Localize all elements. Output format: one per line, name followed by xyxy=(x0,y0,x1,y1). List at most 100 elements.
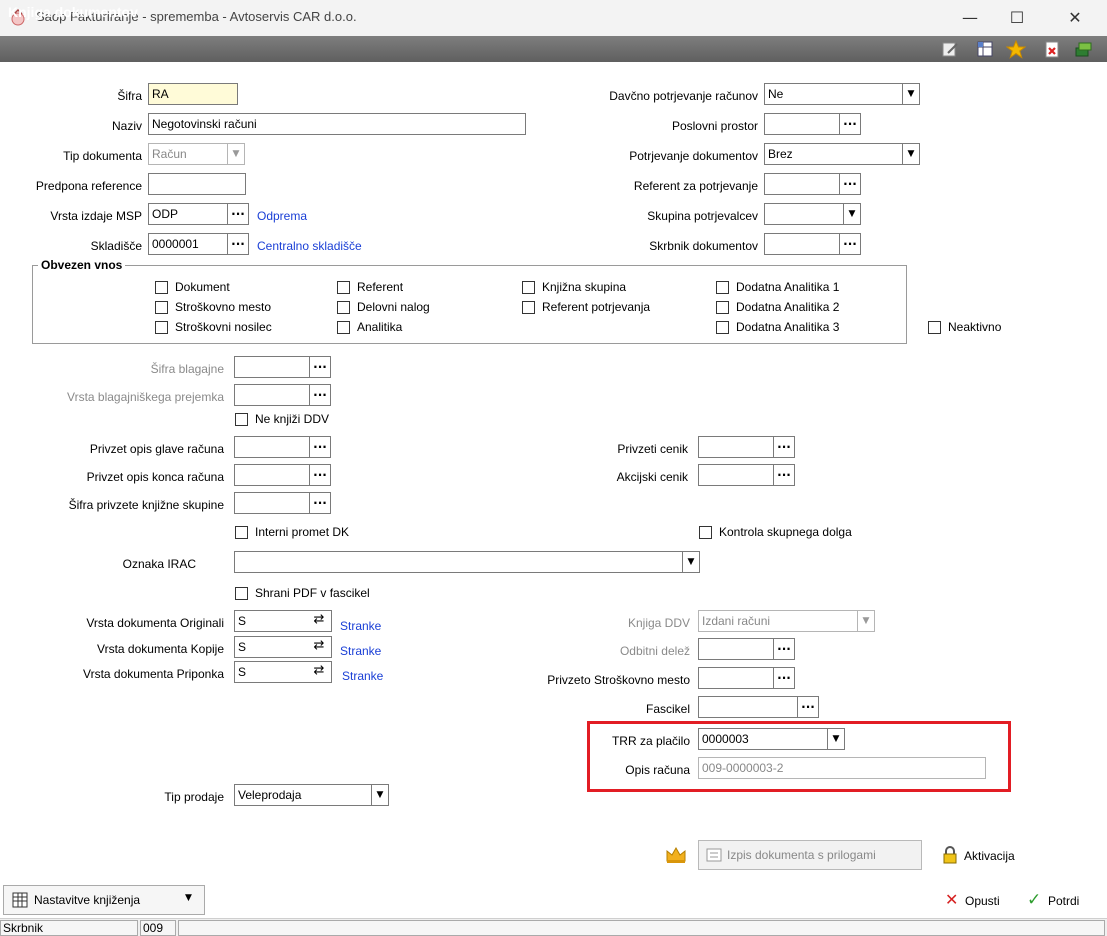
davcno-dropdown-icon[interactable]: ▼ xyxy=(902,83,920,105)
checkbox-stroskovni-nosilec[interactable] xyxy=(155,321,168,334)
knjiga-ddv-select[interactable]: Izdani računi xyxy=(698,610,858,632)
status-user-label: Skrbnik xyxy=(0,920,138,936)
aktivacija-button[interactable]: Aktivacija xyxy=(964,849,1015,863)
vrsta-priponka-link[interactable]: Stranke xyxy=(342,668,383,684)
swap-arrows-icon[interactable]: ⇄ xyxy=(308,610,330,632)
checkbox-dodatna-analitika-1[interactable] xyxy=(716,281,729,294)
akcijski-cenik-input[interactable] xyxy=(698,464,774,486)
vrsta-kopije-link[interactable]: Stranke xyxy=(340,643,381,659)
skrbnik-input[interactable] xyxy=(764,233,840,255)
checkbox-delovni-nalog[interactable] xyxy=(337,301,350,314)
swap-arrows-icon[interactable]: ⇄ xyxy=(308,661,330,683)
checkbox-interni-promet-label: Interni promet DK xyxy=(255,525,350,539)
potrjevanje-select[interactable]: Brez xyxy=(764,143,904,165)
skladisce-link[interactable]: Centralno skladišče xyxy=(257,238,362,254)
checkbox-knjizna-skupina[interactable] xyxy=(522,281,535,294)
privzet-glava-input[interactable] xyxy=(234,436,310,458)
fascikel-input[interactable] xyxy=(698,696,798,718)
opusti-button[interactable]: Opusti xyxy=(965,894,1000,908)
privzet-knjizna-input[interactable] xyxy=(234,492,310,514)
potrjevanje-dropdown-icon[interactable]: ▼ xyxy=(902,143,920,165)
poslovni-prostor-lookup-button[interactable]: ... xyxy=(839,113,861,135)
tip-dokumenta-dropdown-icon[interactable]: ▼ xyxy=(227,143,245,165)
privzeto-strosk-input[interactable] xyxy=(698,667,774,689)
vrsta-izdaje-input[interactable]: ODP xyxy=(148,203,228,225)
checkbox-dodatna-analitika-2[interactable] xyxy=(716,301,729,314)
skladisce-label: Skladišče xyxy=(90,239,142,253)
vrsta-izdaje-lookup-button[interactable]: ... xyxy=(227,203,249,225)
swap-arrows-icon[interactable]: ⇄ xyxy=(308,636,330,658)
vrsta-originali-link[interactable]: Stranke xyxy=(340,618,381,634)
odbitni-delez-input[interactable] xyxy=(698,638,774,660)
irac-dropdown-icon[interactable]: ▼ xyxy=(682,551,700,573)
vrsta-izdaje-link[interactable]: Odprema xyxy=(257,208,307,224)
potrdi-button[interactable]: Potrdi xyxy=(1048,894,1079,908)
odbitni-delez-lookup-button[interactable]: ... xyxy=(773,638,795,660)
predpona-input[interactable] xyxy=(148,173,246,195)
edit-icon[interactable] xyxy=(940,39,960,59)
irac-select[interactable] xyxy=(234,551,684,573)
sifra-input[interactable]: RA xyxy=(148,83,238,105)
tip-prodaje-select[interactable]: Veleprodaja xyxy=(234,784,372,806)
privzeti-cenik-label: Privzeti cenik xyxy=(617,442,688,456)
sifra-blagajne-input[interactable] xyxy=(234,356,310,378)
star-icon[interactable] xyxy=(1005,39,1027,59)
privzeti-cenik-lookup-button[interactable]: ... xyxy=(773,436,795,458)
knjiga-ddv-dropdown-icon[interactable]: ▼ xyxy=(857,610,875,632)
sifra-blagajne-lookup-button[interactable]: ... xyxy=(309,356,331,378)
crown-icon[interactable] xyxy=(665,845,687,865)
skladisce-lookup-button[interactable]: ... xyxy=(227,233,249,255)
referent-potrj-lookup-button[interactable]: ... xyxy=(839,173,861,195)
skladisce-input[interactable]: 0000001 xyxy=(148,233,228,255)
checkbox-dokument[interactable] xyxy=(155,281,168,294)
privzet-konec-input[interactable] xyxy=(234,464,310,486)
table-icon[interactable] xyxy=(975,39,995,59)
vrsta-prejemka-lookup-button[interactable]: ... xyxy=(309,384,331,406)
referent-potrj-label: Referent za potrjevanje xyxy=(633,179,758,193)
checkbox-dodatna-analitika-3[interactable] xyxy=(716,321,729,334)
delete-document-icon[interactable] xyxy=(1042,39,1062,59)
checkbox-referent[interactable] xyxy=(337,281,350,294)
checkbox-stroskovno-mesto[interactable] xyxy=(155,301,168,314)
checkbox-neaktivno[interactable] xyxy=(928,321,941,334)
skrbnik-label: Skrbnik dokumentov xyxy=(649,239,758,253)
checkbox-referent-potrjevanja[interactable] xyxy=(522,301,535,314)
naziv-label: Naziv xyxy=(111,119,142,133)
trr-dropdown-icon[interactable]: ▼ xyxy=(827,728,845,750)
cancel-icon: ✕ xyxy=(945,890,959,909)
checkbox-interni-promet[interactable] xyxy=(235,526,248,539)
opis-racuna-input[interactable]: 009-0000003-2 xyxy=(698,757,986,779)
skrbnik-lookup-button[interactable]: ... xyxy=(839,233,861,255)
fascikel-lookup-button[interactable]: ... xyxy=(797,696,819,718)
checkbox-referent-label: Referent xyxy=(357,280,404,294)
books-icon[interactable] xyxy=(1074,39,1094,59)
privzet-knjizna-lookup-button[interactable]: ... xyxy=(309,492,331,514)
tip-dokumenta-select[interactable]: Račun xyxy=(148,143,228,165)
maximize-button[interactable]: ☐ xyxy=(994,4,1040,32)
referent-potrj-input[interactable] xyxy=(764,173,840,195)
nastavitve-dropdown-icon[interactable]: ▼ xyxy=(185,893,199,903)
izpis-dokumenta-button[interactable]: Izpis dokumenta s prilogami xyxy=(698,840,922,870)
privzeti-cenik-input[interactable] xyxy=(698,436,774,458)
skupina-potrj-dropdown-icon[interactable]: ▼ xyxy=(843,203,861,225)
privzeto-strosk-lookup-button[interactable]: ... xyxy=(773,667,795,689)
checkbox-kontrola-dolga[interactable] xyxy=(699,526,712,539)
checkbox-analitika[interactable] xyxy=(337,321,350,334)
privzet-knjizna-label: Šifra privzete knjižne skupine xyxy=(68,498,224,512)
privzet-glava-lookup-button[interactable]: ... xyxy=(309,436,331,458)
vrsta-priponka-label: Vrsta dokumenta Priponka xyxy=(83,667,224,681)
akcijski-cenik-lookup-button[interactable]: ... xyxy=(773,464,795,486)
privzet-konec-lookup-button[interactable]: ... xyxy=(309,464,331,486)
minimize-button[interactable]: — xyxy=(947,4,993,32)
checkbox-ne-knjizi-ddv-label: Ne knjiži DDV xyxy=(255,412,330,426)
trr-select[interactable]: 0000003 xyxy=(698,728,828,750)
checkbox-ne-knjizi-ddv[interactable] xyxy=(235,413,248,426)
skupina-potrj-select[interactable] xyxy=(764,203,844,225)
tip-prodaje-dropdown-icon[interactable]: ▼ xyxy=(371,784,389,806)
poslovni-prostor-input[interactable] xyxy=(764,113,840,135)
vrsta-prejemka-input[interactable] xyxy=(234,384,310,406)
close-button[interactable]: ✕ xyxy=(1052,4,1098,32)
naziv-input[interactable]: Negotovinski računi xyxy=(148,113,526,135)
davcno-select[interactable]: Ne xyxy=(764,83,904,105)
checkbox-shrani-pdf[interactable] xyxy=(235,587,248,600)
